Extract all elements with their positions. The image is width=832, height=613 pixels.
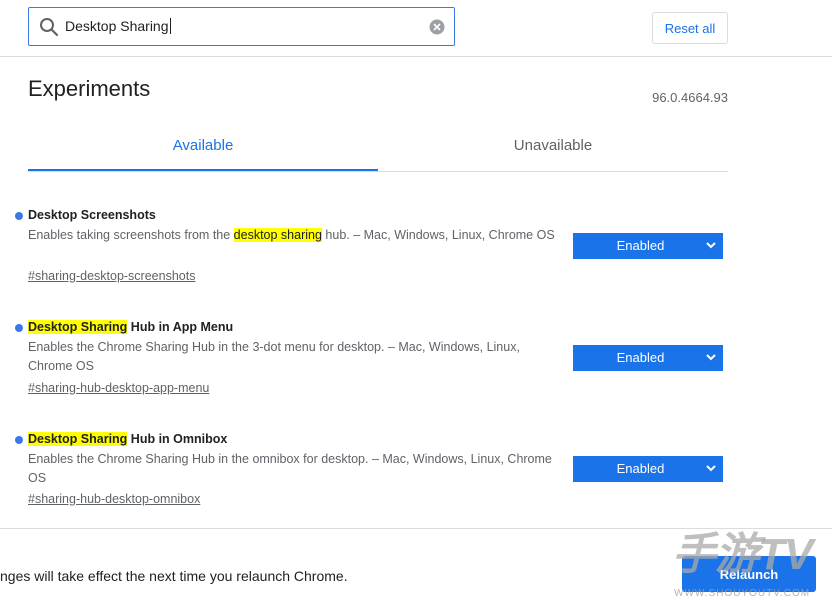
experiment-link[interactable]: #sharing-desktop-screenshots — [28, 269, 195, 283]
chevron-down-icon — [706, 242, 716, 249]
tab-bar: Available Unavailable — [28, 126, 728, 172]
search-input[interactable]: Desktop Sharing — [28, 7, 455, 46]
select-value: Enabled — [616, 461, 665, 476]
experiment-name: Desktop Sharing Hub in App Menu — [28, 320, 234, 334]
experiment-description: Enables the Chrome Sharing Hub in the 3-… — [28, 340, 520, 373]
tab-available[interactable]: Available — [28, 126, 378, 171]
relaunch-button[interactable]: Relaunch — [682, 556, 816, 592]
experiment-item: Desktop Screenshots Enables taking scree… — [0, 206, 832, 306]
bullet-icon — [15, 324, 23, 332]
version-label: 96.0.4664.93 — [652, 90, 728, 105]
select-value: Enabled — [616, 350, 665, 365]
clear-search-icon[interactable] — [429, 19, 445, 35]
chevron-down-icon — [706, 354, 716, 361]
experiment-name: Desktop Screenshots — [28, 208, 156, 222]
experiment-link[interactable]: #sharing-hub-desktop-app-menu — [28, 381, 209, 395]
search-icon — [40, 18, 59, 37]
experiment-description: Enables taking screenshots from the desk… — [28, 228, 555, 242]
experiment-state-select[interactable]: Enabled — [573, 345, 723, 371]
search-value: Desktop Sharing — [65, 18, 171, 34]
bullet-icon — [15, 212, 23, 220]
relaunch-message: nges will take effect the next time you … — [0, 568, 348, 584]
relaunch-bar: nges will take effect the next time you … — [0, 528, 832, 613]
reset-all-button[interactable]: Reset all — [652, 12, 728, 44]
tab-unavailable[interactable]: Unavailable — [378, 126, 728, 171]
select-value: Enabled — [616, 238, 665, 253]
experiment-item: Desktop Sharing Hub in App Menu Enables … — [0, 318, 832, 418]
experiment-state-select[interactable]: Enabled — [573, 233, 723, 259]
bullet-icon — [15, 436, 23, 444]
chevron-down-icon — [706, 465, 716, 472]
experiment-description: Enables the Chrome Sharing Hub in the om… — [28, 452, 552, 485]
experiment-state-select[interactable]: Enabled — [573, 456, 723, 482]
experiment-item: Desktop Sharing Hub in Omnibox Enables t… — [0, 430, 832, 530]
top-bar: Desktop Sharing Reset all — [0, 0, 832, 57]
page-title: Experiments — [28, 76, 151, 101]
experiment-link[interactable]: #sharing-hub-desktop-omnibox — [28, 492, 200, 506]
experiment-name: Desktop Sharing Hub in Omnibox — [28, 432, 228, 446]
